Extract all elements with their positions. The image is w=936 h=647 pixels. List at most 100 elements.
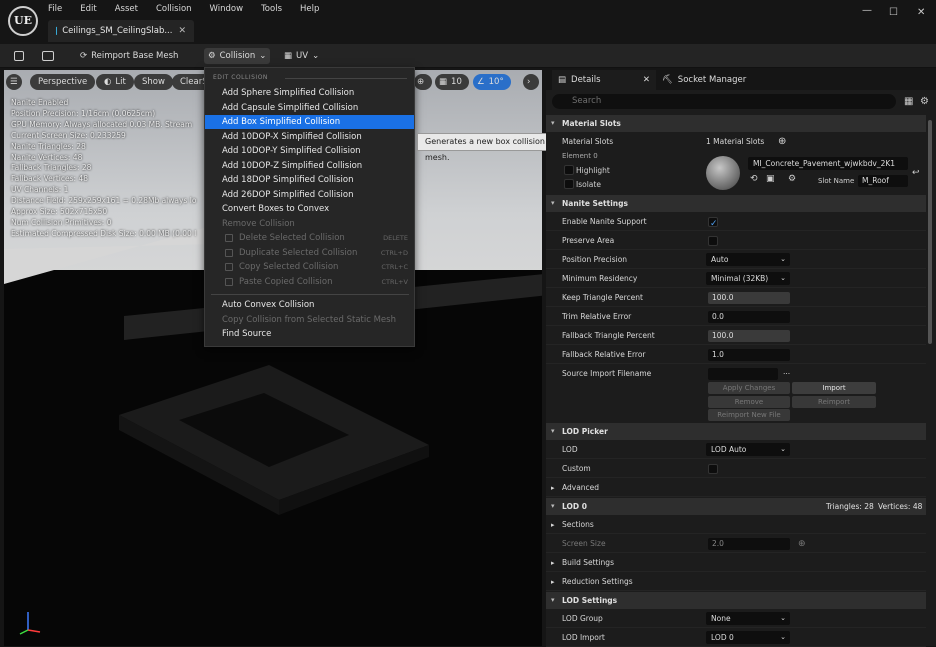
highlight-checkbox[interactable]: [564, 165, 574, 175]
stat-line: Fallback Triangles: 28: [11, 163, 196, 174]
document-tab[interactable]: Ceilings_SM_CeilingSlab... ✕: [48, 20, 194, 42]
reset-icon[interactable]: ↩: [912, 168, 920, 178]
section-lod-picker[interactable]: ▾LOD Picker: [546, 423, 926, 440]
expand-viewport-button[interactable]: ›: [523, 74, 539, 90]
angle-snap-button[interactable]: ∠10°: [473, 74, 511, 90]
snap-button[interactable]: ⊕: [414, 74, 432, 90]
section-lod-settings[interactable]: ▾LOD Settings: [546, 592, 926, 609]
add-10dop-z-collision-item[interactable]: Add 10DOP-Z Simplified Collision: [205, 159, 414, 173]
row-label: Reduction Settings: [562, 577, 633, 586]
highlight-label: Highlight: [576, 166, 610, 175]
item-label: Delete Selected Collision: [239, 233, 345, 243]
add-26dop-collision-item[interactable]: Add 26DOP Simplified Collision: [205, 188, 414, 202]
add-18dop-collision-item[interactable]: Add 18DOP Simplified Collision: [205, 173, 414, 187]
perspective-button[interactable]: Perspective: [30, 74, 95, 90]
convert-boxes-to-convex-item[interactable]: Convert Boxes to Convex: [205, 202, 414, 216]
add-10dop-y-collision-item[interactable]: Add 10DOP-Y Simplified Collision: [205, 144, 414, 158]
row-sections[interactable]: ▸Sections: [546, 516, 926, 534]
source-import-filename-input[interactable]: [708, 368, 778, 380]
unreal-logo-icon[interactable]: UE: [8, 6, 38, 36]
import-button[interactable]: Import: [792, 382, 876, 394]
keep-triangle-percent-input[interactable]: 100.0: [708, 292, 790, 304]
minimize-icon[interactable]: —: [862, 5, 872, 16]
lod-dropdown[interactable]: LOD Auto⌄: [706, 443, 790, 456]
uv-dropdown-button[interactable]: ▦UV⌄: [284, 48, 319, 64]
auto-convex-collision-item[interactable]: Auto Convex Collision: [205, 298, 414, 312]
material-options-icon[interactable]: ⚙: [788, 174, 796, 184]
settings-gear-icon[interactable]: ⚙: [920, 96, 929, 107]
details-search-input[interactable]: Search: [552, 94, 896, 109]
lod-group-dropdown[interactable]: None⌄: [706, 612, 790, 625]
material-selector[interactable]: MI_Concrete_Pavement_wjwkbdv_2K1: [748, 157, 908, 170]
show-button[interactable]: Show: [134, 74, 173, 90]
save-button[interactable]: [14, 48, 24, 64]
row-trim-relative-error: Trim Relative Error0.0: [546, 308, 926, 326]
lit-icon: ◐: [104, 77, 111, 87]
row-preserve-area: Preserve Area: [546, 232, 926, 250]
close-tab-icon[interactable]: ✕: [178, 26, 186, 36]
section-material-slots[interactable]: ▾Material Slots: [546, 115, 926, 132]
reimport-button[interactable]: Reimport: [792, 396, 876, 408]
add-icon[interactable]: ⊕: [778, 133, 786, 151]
menu-edit[interactable]: Edit: [80, 4, 105, 16]
collision-dropdown-button[interactable]: ⚙Collision⌄: [204, 48, 270, 64]
close-tab-icon[interactable]: ✕: [643, 75, 650, 85]
tab-details[interactable]: ▤Details ✕: [552, 70, 656, 90]
row-enable-nanite: Enable Nanite Support: [546, 213, 926, 231]
add-capsule-collision-item[interactable]: Add Capsule Simplified Collision: [205, 101, 414, 115]
browse-button[interactable]: [42, 48, 54, 64]
row-position-precision: Position PrecisionAuto⌄: [546, 251, 926, 269]
menu-collision[interactable]: Collision: [156, 4, 201, 16]
table-view-icon[interactable]: ▦: [904, 96, 913, 107]
lod-import-dropdown[interactable]: LOD 0⌄: [706, 631, 790, 644]
row-advanced[interactable]: ▸Advanced: [546, 479, 926, 497]
trim-relative-error-input[interactable]: 0.0: [708, 311, 790, 323]
stat-line: Estimated Compressed Disk Size: 0.00 MB …: [11, 229, 196, 240]
clear-button[interactable]: ClearSl: [172, 74, 208, 90]
viewport-menu-button[interactable]: ☰: [6, 74, 22, 90]
find-source-item[interactable]: Find Source: [205, 327, 414, 341]
custom-checkbox[interactable]: [708, 464, 718, 474]
title-bar: UE File Edit Asset Collision Window Tool…: [0, 0, 936, 44]
menu-file[interactable]: File: [48, 4, 71, 16]
row-build-settings[interactable]: ▸Build Settings: [546, 554, 926, 572]
menu-tools[interactable]: Tools: [261, 4, 291, 16]
stat-line: Distance Field: 259x259x161 = 0.28Mb alw…: [11, 196, 196, 207]
add-sphere-collision-item[interactable]: Add Sphere Simplified Collision: [205, 86, 414, 100]
browse-file-button[interactable]: ...: [783, 363, 790, 381]
reimport-button[interactable]: ⟳Reimport Base Mesh: [80, 48, 178, 64]
tab-label: Socket Manager: [678, 75, 746, 85]
maximize-icon[interactable]: ☐: [889, 7, 898, 18]
section-nanite-settings[interactable]: ▾Nanite Settings: [546, 195, 926, 212]
menu-help[interactable]: Help: [300, 4, 328, 16]
add-10dop-x-collision-item[interactable]: Add 10DOP-X Simplified Collision: [205, 130, 414, 144]
divider: [285, 78, 407, 79]
isolate-checkbox[interactable]: [564, 179, 574, 189]
close-window-icon[interactable]: ✕: [917, 7, 925, 18]
apply-changes-button[interactable]: Apply Changes: [708, 382, 790, 394]
row-reduction-settings[interactable]: ▸Reduction Settings: [546, 573, 926, 591]
grid-snap-button[interactable]: ▦10: [435, 74, 469, 90]
remove-button[interactable]: Remove: [708, 396, 790, 408]
use-selected-icon[interactable]: ⟲: [750, 174, 758, 184]
enable-nanite-checkbox[interactable]: [708, 217, 718, 227]
minimum-residency-dropdown[interactable]: Minimal (32KB)⌄: [706, 272, 790, 285]
lit-button[interactable]: ◐Lit: [96, 74, 134, 90]
fallback-triangle-percent-input[interactable]: 100.0: [708, 330, 790, 342]
add-box-collision-item[interactable]: Add Box Simplified Collision: [205, 115, 414, 129]
slot-name-input[interactable]: M_Roof: [858, 175, 908, 187]
menu-window[interactable]: Window: [210, 4, 253, 16]
item-label: Duplicate Selected Collision: [239, 248, 357, 258]
details-scrollbar[interactable]: [928, 120, 932, 344]
material-thumbnail[interactable]: [706, 156, 740, 190]
preserve-area-checkbox[interactable]: [708, 236, 718, 246]
tab-socket-manager[interactable]: ⛏Socket Manager: [662, 70, 746, 90]
position-precision-dropdown[interactable]: Auto⌄: [706, 253, 790, 266]
reimport-new-file-button[interactable]: Reimport New File: [708, 409, 790, 421]
fallback-relative-error-input[interactable]: 1.0: [708, 349, 790, 361]
browse-icon[interactable]: ▣: [766, 174, 775, 184]
section-lod0[interactable]: ▾LOD 0 Triangles: 28 Vertices: 48: [546, 498, 926, 515]
lod0-triangles: Triangles: 28: [826, 498, 874, 515]
row-fallback-relative-error: Fallback Relative Error1.0: [546, 346, 926, 364]
menu-asset[interactable]: Asset: [115, 4, 147, 16]
